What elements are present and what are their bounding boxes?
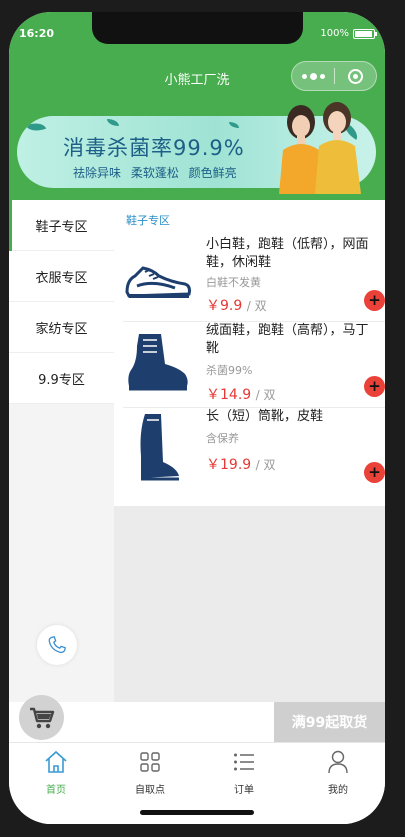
product-unit: / 双 <box>255 388 276 402</box>
sidebar-item-clothes[interactable]: 衣服专区 <box>9 251 114 302</box>
leaf-decoration <box>229 122 239 128</box>
tab-label: 订单 <box>234 785 254 796</box>
leaf-decoration <box>25 119 47 135</box>
sidebar-item-9-9[interactable]: 9.9专区 <box>9 353 114 404</box>
product-name: 长（短）筒靴，皮鞋 <box>206 409 324 424</box>
checkout-button[interactable]: 满99起取货 <box>274 702 385 742</box>
tab-label: 我的 <box>328 785 348 796</box>
phone-call-button[interactable] <box>37 625 77 665</box>
cart-button[interactable] <box>19 695 64 740</box>
boot-icon <box>128 334 188 391</box>
product-area: 鞋子专区 小白鞋，跑鞋（低帮），网面鞋，休闲鞋 白鞋不发黄 ￥9.9 / 双 + <box>114 200 385 712</box>
models-photo <box>279 102 361 194</box>
tall-boot-icon <box>140 414 179 481</box>
status-time: 16:20 <box>19 27 55 40</box>
product-unit: / 双 <box>255 458 276 472</box>
sidebar-item-label: 鞋子专区 <box>35 219 88 235</box>
user-icon <box>325 749 351 775</box>
product-price-row: ￥14.9 / 双 <box>206 384 275 404</box>
add-to-cart-button[interactable]: + <box>364 290 385 311</box>
miniprogram-capsule <box>291 61 377 91</box>
product-name: 小白鞋，跑鞋（低帮），网面鞋，休闲鞋 <box>206 237 369 270</box>
product-name: 绒面鞋，跑鞋（高帮），马丁靴 <box>206 323 369 356</box>
home-icon <box>43 749 69 775</box>
tab-home[interactable]: 首页 <box>9 743 103 824</box>
phone-icon <box>48 636 66 654</box>
product-card[interactable]: 长（短）筒靴，皮鞋 含保养 ￥19.9 / 双 + <box>123 408 385 494</box>
product-price-row: ￥19.9 / 双 <box>206 454 275 474</box>
product-price: ￥14.9 <box>206 387 252 403</box>
banner-subline: 祛除异味 柔软蓬松 颜色鲜亮 <box>73 166 237 180</box>
product-desc: 白鞋不发黄 <box>206 276 261 289</box>
product-desc: 含保养 <box>206 432 239 445</box>
sidebar-item-label: 9.9专区 <box>38 372 85 388</box>
more-icon[interactable] <box>292 72 334 80</box>
add-to-cart-button[interactable]: + <box>364 462 385 483</box>
product-panel: 鞋子专区 小白鞋，跑鞋（低帮），网面鞋，休闲鞋 白鞋不发黄 ￥9.9 / 双 + <box>114 200 385 506</box>
notch <box>92 12 303 44</box>
product-price: ￥9.9 <box>206 298 243 314</box>
list-icon <box>231 749 257 775</box>
home-indicator <box>140 810 254 815</box>
product-unit: / 双 <box>246 299 267 313</box>
product-card[interactable]: 绒面鞋，跑鞋（高帮），马丁靴 杀菌99% ￥14.9 / 双 + <box>123 322 385 408</box>
tab-profile[interactable]: 我的 <box>291 743 385 824</box>
leaf-decoration <box>107 119 119 126</box>
sidebar-item-shoes[interactable]: 鞋子专区 <box>9 200 114 251</box>
sneaker-icon <box>125 266 191 298</box>
tab-label: 首页 <box>46 785 66 796</box>
battery-percent: 100% <box>320 28 349 39</box>
sidebar-item-label: 衣服专区 <box>35 270 88 286</box>
product-desc: 杀菌99% <box>206 364 253 377</box>
grid-icon <box>137 749 163 775</box>
battery-icon <box>353 28 377 39</box>
tab-label: 自取点 <box>135 785 165 796</box>
product-price-row: ￥9.9 / 双 <box>206 295 267 315</box>
cart-icon <box>29 707 54 728</box>
section-title: 鞋子专区 <box>126 214 170 227</box>
sidebar-item-textiles[interactable]: 家纺专区 <box>9 302 114 353</box>
close-miniprogram-icon[interactable] <box>335 68 376 84</box>
battery-status: 100% <box>320 28 377 39</box>
add-to-cart-button[interactable]: + <box>364 376 385 397</box>
phone-screen: 16:20 100% 小熊工厂洗 消毒杀菌率99.9% 祛除异味 柔软蓬松 颜色… <box>9 12 385 824</box>
product-price: ￥19.9 <box>206 457 252 473</box>
sidebar-item-label: 家纺专区 <box>35 321 88 337</box>
product-card[interactable]: 小白鞋，跑鞋（低帮），网面鞋，休闲鞋 白鞋不发黄 ￥9.9 / 双 + <box>123 236 385 322</box>
banner-headline: 消毒杀菌率99.9% <box>63 136 245 160</box>
